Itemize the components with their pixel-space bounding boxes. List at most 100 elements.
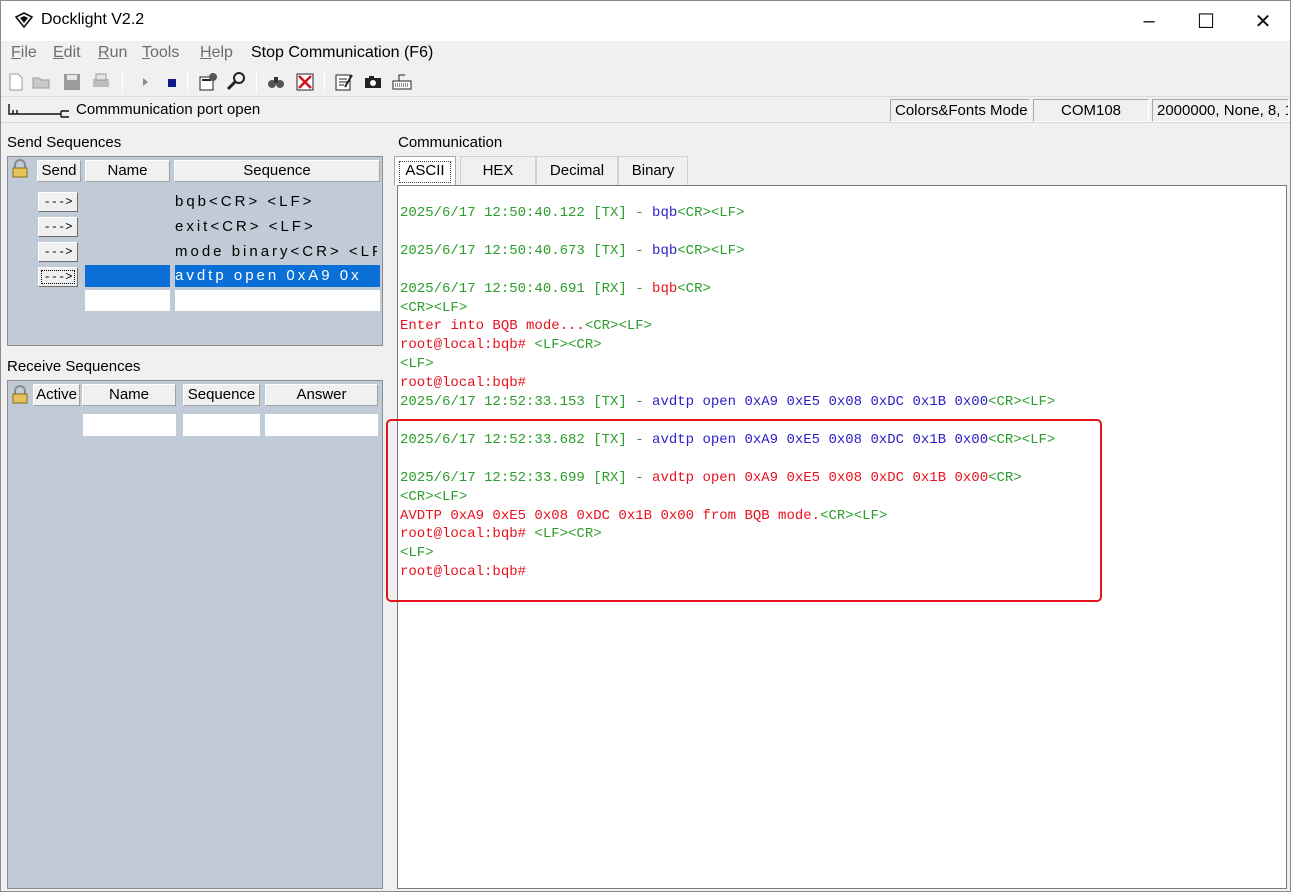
log-control-chars: <LF> [400, 356, 434, 373]
keyboard-console-icon[interactable] [391, 71, 413, 93]
name-column-header[interactable]: Name [82, 384, 176, 406]
find-icon[interactable] [265, 71, 287, 93]
new-sequence-cell[interactable] [175, 290, 380, 311]
maximize-button[interactable]: ☐ [1177, 1, 1235, 41]
sequence-column-header[interactable]: Sequence [174, 160, 380, 182]
minimize-icon: – [1143, 9, 1155, 32]
answer-column-header[interactable]: Answer [265, 384, 378, 406]
run-icon[interactable] [135, 71, 157, 93]
toolbar-separator [256, 71, 257, 93]
send-sequence-text[interactable]: mode binary<CR> <LF> [175, 241, 377, 263]
new-sequence-cell[interactable] [183, 414, 260, 436]
name-column-header[interactable]: Name [85, 160, 170, 182]
minimize-button[interactable]: – [1120, 1, 1178, 41]
send-button[interactable]: ---> [38, 242, 78, 262]
menu-run[interactable]: Run [98, 44, 127, 62]
log-data: bqb [652, 280, 678, 297]
toolbar-separator [187, 71, 188, 93]
log-control-chars: <CR> [400, 299, 434, 316]
tab-hex[interactable]: HEX [460, 156, 536, 185]
docklight-app-icon [14, 12, 34, 29]
docklight-window: Docklight V2.2 – ☐ ✕ File Edit Run Tools… [0, 0, 1291, 892]
log-timestamp: 2025/6/17 12:52:33.153 [TX] - [400, 394, 653, 411]
menu-edit[interactable]: Edit [53, 44, 81, 62]
log-data: avdtp open 0xA9 0xE5 0x08 0xDC 0x1B 0x00 [652, 394, 989, 411]
menu-bar: File Edit Run Tools Help Stop Communicat… [1, 41, 1290, 66]
toolbar [1, 67, 1290, 97]
selected-name-cell[interactable] [85, 265, 170, 287]
clear-icon[interactable] [294, 71, 316, 93]
log-timestamp: 2025/6/17 12:50:40.122 [TX] - [400, 205, 653, 221]
log-control-chars: <CR> [677, 280, 711, 297]
print-icon[interactable] [90, 71, 112, 93]
selected-sequence-cell[interactable]: avdtp open 0xA9 0x [175, 265, 380, 287]
log-control-chars: <CR><LF> [677, 242, 745, 259]
send-sequence-text[interactable]: bqb<CR> <LF> [175, 191, 377, 213]
menu-help[interactable]: Help [200, 44, 233, 62]
send-column-header[interactable]: Send [37, 160, 81, 182]
save-icon[interactable] [61, 71, 83, 93]
port-open-icon [8, 104, 69, 118]
log-spacer [400, 223, 1055, 242]
log-line: 2025/6/17 12:50:40.673 [TX] - bqb<CR><LF… [400, 242, 1055, 261]
lock-icon[interactable] [10, 159, 30, 179]
communication-label: Communication [398, 134, 503, 151]
toolbar-separator [122, 71, 123, 93]
tab-decimal[interactable]: Decimal [536, 156, 618, 185]
send-button[interactable]: ---> [38, 267, 78, 287]
send-sequence-text[interactable]: exit<CR> <LF> [175, 216, 377, 238]
log-control-chars: <CR><LF> [677, 205, 745, 221]
log-line: root@local:bqb# [400, 374, 1055, 393]
log-line: 2025/6/17 12:52:33.153 [TX] - avdtp open… [400, 393, 1055, 412]
log-data: bqb [652, 205, 678, 221]
close-button[interactable]: ✕ [1234, 1, 1291, 41]
new-name-cell[interactable] [85, 290, 170, 311]
log-control-chars: <LF> [618, 318, 653, 335]
active-column-header[interactable]: Active [33, 384, 80, 406]
menu-stop-communication[interactable]: Stop Communication (F6) [251, 44, 433, 62]
send-sequences-panel: Send Name Sequence ---> bqb<CR> <LF> ---… [7, 156, 383, 346]
log-control-chars: <LF> [534, 337, 569, 354]
log-control-chars: <CR> [584, 318, 619, 335]
tab-binary[interactable]: Binary [618, 156, 688, 185]
window-title: Docklight V2.2 [41, 11, 145, 28]
stop-icon[interactable] [161, 71, 183, 93]
edit-script-icon[interactable] [333, 71, 355, 93]
log-line: 2025/6/17 12:50:40.691 [RX] - bqb<CR> [400, 280, 1055, 299]
status-mode: Colors&Fonts Mode [890, 99, 1030, 122]
send-sequences-label: Send Sequences [7, 134, 122, 151]
log-spacer [400, 261, 1055, 280]
send-button[interactable]: ---> [38, 217, 78, 237]
log-text: root@local:bqb# [400, 375, 527, 392]
status-settings: 2000000, None, 8, 1 [1152, 99, 1289, 122]
new-answer-cell[interactable] [265, 414, 378, 436]
menu-tools[interactable]: Tools [142, 44, 179, 62]
options-icon[interactable] [225, 71, 247, 93]
log-data: bqb [652, 242, 678, 259]
tab-focus-rect [399, 161, 451, 183]
lock-icon[interactable] [10, 385, 30, 405]
status-bar: Commmunication port open Colors&Fonts Mo… [1, 98, 1290, 123]
new-file-icon[interactable] [5, 71, 27, 93]
send-button[interactable]: ---> [38, 192, 78, 212]
open-folder-icon[interactable] [31, 71, 53, 93]
close-icon: ✕ [1254, 10, 1272, 33]
log-timestamp: 2025/6/17 12:50:40.673 [TX] - [400, 242, 653, 259]
sequence-column-header[interactable]: Sequence [183, 384, 260, 406]
new-name-cell[interactable] [83, 414, 176, 436]
tab-ascii[interactable]: ASCII [394, 156, 456, 186]
menu-file[interactable]: File [11, 44, 37, 62]
log-text: Enter into BQB mode... [400, 318, 585, 335]
project-settings-icon[interactable] [197, 71, 219, 93]
log-line: root@local:bqb# <LF><CR> [400, 336, 1055, 355]
title-bar: Docklight V2.2 – ☐ ✕ [1, 1, 1290, 41]
log-line: <CR><LF> [400, 299, 1055, 318]
status-message: Commmunication port open [76, 101, 261, 118]
log-text: root@local:bqb# [400, 337, 535, 354]
log-control-chars: <CR> [568, 337, 602, 354]
maximize-icon: ☐ [1197, 10, 1215, 33]
log-timestamp: 2025/6/17 12:50:40.691 [RX] - [400, 280, 653, 297]
snapshot-icon[interactable] [362, 71, 384, 93]
highlight-annotation-box [386, 419, 1102, 602]
log-line: Enter into BQB mode...<CR><LF> [400, 317, 1055, 336]
